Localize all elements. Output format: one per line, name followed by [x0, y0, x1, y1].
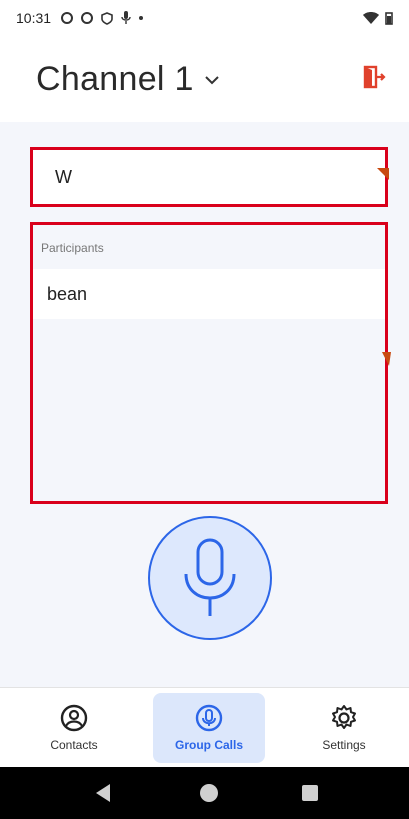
- status-icons: [61, 11, 144, 25]
- person-circle-icon: [60, 704, 88, 732]
- push-to-talk-button[interactable]: [148, 516, 272, 640]
- nav-group-calls-label: Group Calls: [174, 738, 243, 752]
- wifi-icon: [363, 12, 379, 24]
- status-bar: 10:31: [0, 0, 409, 36]
- marker-arrow: [377, 168, 389, 180]
- nav-settings-label: Settings: [322, 738, 366, 752]
- channel-selector[interactable]: Channel 1: [36, 60, 220, 99]
- notification-icon: [61, 12, 74, 24]
- microphone-icon: [184, 538, 236, 616]
- nav-contacts[interactable]: Contacts: [18, 693, 130, 763]
- nav-group-calls[interactable]: Group Calls: [153, 693, 265, 763]
- mic-small-icon: [121, 11, 131, 24]
- chevron-down-icon: [205, 75, 219, 84]
- leave-channel-icon[interactable]: [361, 64, 387, 90]
- home-icon[interactable]: [200, 784, 218, 802]
- nav-contacts-label: Contacts: [50, 738, 98, 752]
- app-header: Channel 1: [0, 36, 409, 122]
- info-icon: [81, 12, 94, 24]
- recent-apps-icon[interactable]: [302, 785, 318, 801]
- system-navigation-bar: [0, 767, 409, 819]
- gear-icon: [332, 705, 356, 729]
- mic-circle-icon: [195, 704, 223, 732]
- participants-panel: Participants bean: [30, 222, 388, 504]
- back-icon[interactable]: [96, 784, 110, 802]
- status-right: [363, 11, 393, 25]
- channel-name-field[interactable]: W: [30, 147, 388, 207]
- dot-icon: [139, 16, 144, 20]
- bottom-navigation: Contacts Group Calls Settings: [0, 687, 409, 767]
- channel-title: Channel 1: [36, 60, 194, 98]
- marker-arrow: [382, 352, 391, 366]
- participant-name: bean: [47, 283, 88, 304]
- participant-row[interactable]: bean: [33, 269, 385, 319]
- channel-name-value: W: [55, 166, 72, 187]
- shield-icon: [101, 11, 113, 25]
- nav-settings[interactable]: Settings: [288, 693, 400, 763]
- participants-label: Participants: [41, 241, 104, 255]
- battery-icon: [385, 11, 393, 25]
- status-time: 10:31: [16, 10, 52, 26]
